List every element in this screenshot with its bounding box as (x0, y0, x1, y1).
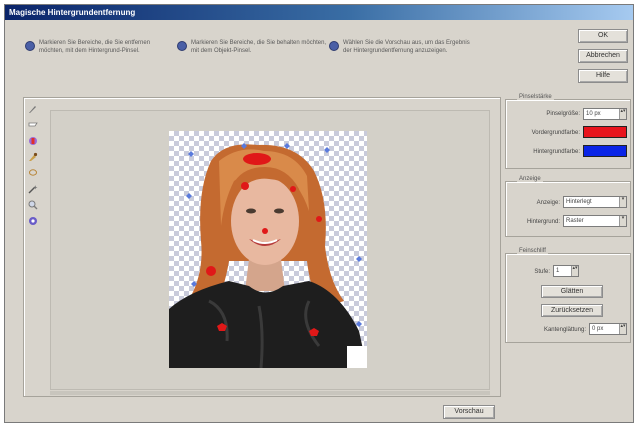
level-field[interactable]: 1 ▴▾ (553, 265, 579, 277)
help-button[interactable]: Hilfe (578, 69, 628, 83)
step-bullet-icon (25, 41, 35, 51)
magic-wand-icon[interactable] (27, 183, 39, 194)
cancel-button[interactable]: Abbrechen (578, 49, 628, 63)
dropdown-arrow-icon[interactable]: ▾ (619, 197, 626, 207)
zoom-icon[interactable] (27, 199, 39, 210)
display-title: Anzeige (517, 176, 543, 182)
background-color-label: Hintergrundfarbe: (533, 149, 580, 155)
instruction-2: Markieren Sie Bereiche, die Sie behalten… (177, 39, 327, 79)
instruction-1: Markieren Sie Bereiche, die Sie entferne… (25, 39, 175, 79)
display-label: Anzeige: (536, 200, 560, 206)
instruction-2-text: Markieren Sie Bereiche, die Sie behalten… (191, 40, 327, 54)
brush-size-field[interactable]: 10 px ▴▾ (583, 108, 627, 120)
lasso-icon[interactable] (27, 167, 39, 178)
spin-arrows-icon[interactable]: ▴▾ (619, 109, 626, 119)
preview-button[interactable]: Vorschau (443, 405, 495, 419)
instruction-1-text: Markieren Sie Bereiche, die Sie entferne… (39, 40, 151, 54)
step-bullet-icon (177, 41, 187, 51)
brush-bg-icon[interactable] (27, 119, 39, 130)
tool-bar (27, 103, 41, 243)
brush-settings-title: Pinselstärke (517, 94, 554, 100)
brush-size-label: Pinselgröße: (546, 111, 580, 117)
instruction-3: Wählen Sie die Vorschau aus, um das Erge… (329, 39, 479, 79)
display-group (505, 181, 631, 237)
photo-preview[interactable] (169, 131, 367, 368)
reset-button[interactable]: Zurücksetzen (541, 304, 603, 317)
eraser-icon[interactable] (27, 135, 39, 146)
background-mode-value: Raster (566, 218, 584, 224)
edge-smoothing-value: 0 px (592, 326, 604, 332)
background-mode-label: Hintergrund: (526, 219, 560, 225)
spin-arrows-icon[interactable]: ▴▾ (619, 324, 626, 334)
brush-size-value: 10 px (586, 111, 601, 117)
foreground-color-swatch[interactable] (583, 126, 627, 138)
instruction-3-text: Wählen Sie die Vorschau aus, um das Erge… (343, 40, 470, 54)
edge-smoothing-label: Kantenglättung: (543, 327, 586, 333)
hand-icon[interactable] (27, 215, 39, 226)
horizontal-scrollbar[interactable] (50, 391, 490, 395)
background-mode-select[interactable]: Raster ▾ (563, 215, 627, 227)
ok-button[interactable]: OK (578, 29, 628, 43)
refine-title: Feinschliff (517, 248, 548, 254)
step-bullet-icon (329, 41, 339, 51)
object-brush-icon[interactable] (27, 151, 39, 162)
dropdown-arrow-icon[interactable]: ▾ (619, 216, 626, 226)
brush-fg-icon[interactable] (27, 103, 39, 114)
background-color-swatch[interactable] (583, 145, 627, 157)
display-value: Hinterlegt (566, 199, 592, 205)
edge-smoothing-field[interactable]: 0 px ▴▾ (589, 323, 627, 335)
magic-extract-dialog: Magische Hintergrundentfernung Markieren… (4, 4, 634, 423)
level-value: 1 (556, 268, 560, 274)
display-select[interactable]: Hinterlegt ▾ (563, 196, 627, 208)
window-title: Magische Hintergrundentfernung (5, 5, 633, 20)
smooth-button[interactable]: Glätten (541, 285, 603, 298)
level-label: Stufe: (534, 269, 550, 275)
spin-arrows-icon[interactable]: ▴▾ (571, 266, 578, 276)
foreground-color-label: Vordergrundfarbe: (531, 130, 580, 136)
